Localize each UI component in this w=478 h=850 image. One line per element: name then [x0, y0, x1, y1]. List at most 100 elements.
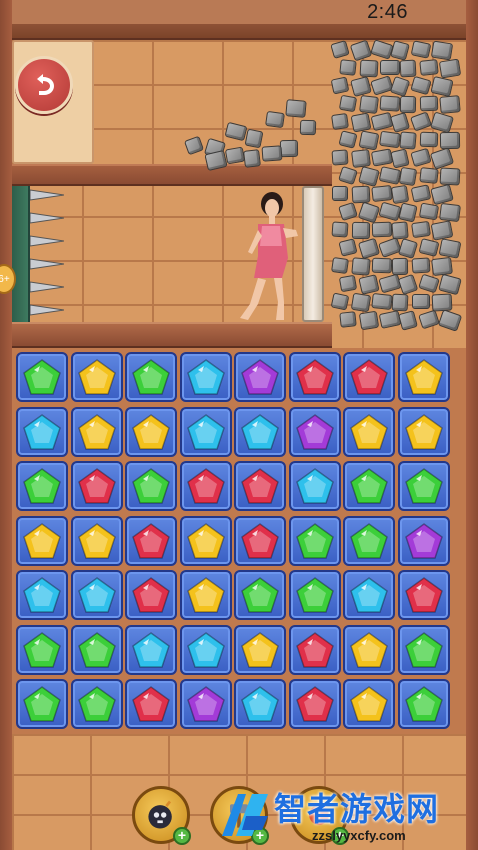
board-tile[interactable]	[70, 515, 123, 566]
board-tile[interactable]	[234, 515, 286, 566]
board-tile[interactable]	[16, 352, 68, 402]
board-tile[interactable]	[343, 624, 395, 675]
purple-gem-icon	[404, 522, 443, 559]
board-tile[interactable]	[179, 515, 232, 566]
board-tile[interactable]	[16, 570, 68, 620]
pull-pin[interactable]	[302, 186, 324, 322]
board-tile[interactable]	[125, 624, 177, 675]
board-tile[interactable]	[16, 624, 68, 675]
rock	[299, 119, 317, 136]
board-tile[interactable]	[397, 461, 450, 511]
board-tile[interactable]	[179, 679, 232, 729]
rock	[439, 202, 461, 223]
rock	[351, 221, 371, 240]
board-tile[interactable]	[125, 461, 177, 511]
board-tile[interactable]	[125, 570, 177, 620]
match3-board	[12, 348, 466, 734]
board-tile[interactable]	[234, 624, 286, 675]
board-tile[interactable]	[397, 515, 450, 566]
rock	[331, 112, 349, 131]
cyan-gem-icon	[241, 413, 279, 450]
yellow-gem-icon	[404, 413, 443, 450]
green-gem-icon	[132, 468, 170, 504]
board-tile[interactable]	[16, 461, 68, 511]
yellow-gem-icon	[350, 631, 388, 668]
watermark-title: 智者游戏网	[274, 790, 440, 828]
watermark: 智者游戏网 zzslyyxcfy.com	[216, 784, 478, 850]
rock	[331, 221, 349, 238]
board-tile[interactable]	[179, 461, 232, 511]
board-tile[interactable]	[16, 406, 68, 457]
board-tile[interactable]	[234, 461, 286, 511]
board-tile[interactable]	[397, 679, 450, 729]
board-tile[interactable]	[179, 406, 232, 457]
board-tile[interactable]	[70, 570, 123, 620]
rock	[371, 257, 393, 274]
green-gem-icon	[23, 631, 61, 668]
character	[228, 186, 298, 326]
board-tile[interactable]	[234, 679, 286, 729]
board-tile[interactable]	[179, 624, 232, 675]
cyan-gem-icon	[23, 577, 61, 613]
board-tile[interactable]	[234, 570, 286, 620]
board-tile[interactable]	[16, 679, 68, 729]
board-tile[interactable]	[125, 679, 177, 729]
board-tile[interactable]	[288, 352, 341, 402]
red-gem-icon	[241, 468, 279, 504]
rock	[418, 202, 440, 221]
rock	[244, 128, 264, 149]
board-tile[interactable]	[397, 406, 450, 457]
board-tile[interactable]	[234, 406, 286, 457]
rock	[379, 130, 401, 149]
rock	[351, 148, 371, 169]
back-button[interactable]	[15, 56, 73, 114]
board-tile[interactable]	[343, 406, 395, 457]
character-icon	[240, 192, 298, 320]
rock	[419, 131, 439, 148]
board-tile[interactable]	[288, 570, 341, 620]
board-tile[interactable]	[397, 570, 450, 620]
board-tile[interactable]	[288, 624, 341, 675]
rock	[438, 58, 462, 79]
board-tile[interactable]	[343, 570, 395, 620]
board-tile[interactable]	[125, 352, 177, 402]
board-tile[interactable]	[70, 679, 123, 729]
board-tile[interactable]	[234, 352, 286, 402]
board-tile[interactable]	[397, 352, 450, 402]
add-bomb-icon[interactable]: +	[173, 827, 191, 845]
board-tile[interactable]	[397, 624, 450, 675]
board-tile[interactable]	[343, 352, 395, 402]
cyan-gem-icon	[186, 413, 225, 450]
rock	[338, 274, 358, 293]
rock	[419, 167, 439, 184]
yellow-gem-icon	[350, 686, 388, 722]
board-tile[interactable]	[179, 570, 232, 620]
board-tile[interactable]	[125, 406, 177, 457]
rock	[350, 112, 372, 133]
yellow-gem-icon	[350, 413, 388, 450]
green-gem-icon	[350, 468, 388, 504]
yellow-gem-icon	[186, 522, 225, 559]
board-tile[interactable]	[70, 461, 123, 511]
board-tile[interactable]	[343, 679, 395, 729]
rock	[439, 167, 461, 186]
board-tile[interactable]	[70, 624, 123, 675]
rock	[243, 149, 261, 168]
board-tile[interactable]	[288, 461, 341, 511]
undo-arrow-icon	[37, 74, 54, 95]
board-tile[interactable]	[343, 515, 395, 566]
board-tile[interactable]	[179, 352, 232, 402]
rock	[398, 166, 418, 187]
red-gem-icon	[132, 686, 170, 722]
board-tile[interactable]	[288, 679, 341, 729]
board-tile[interactable]	[343, 461, 395, 511]
bomb-booster[interactable]: +	[132, 786, 191, 845]
board-tile[interactable]	[70, 352, 123, 402]
board-tile[interactable]	[70, 406, 123, 457]
board-tile[interactable]	[125, 515, 177, 566]
board-tile[interactable]	[16, 515, 68, 566]
board-tile[interactable]	[288, 515, 341, 566]
board-tile[interactable]	[288, 406, 341, 457]
cyan-gem-icon	[132, 631, 170, 668]
rock	[338, 94, 358, 113]
